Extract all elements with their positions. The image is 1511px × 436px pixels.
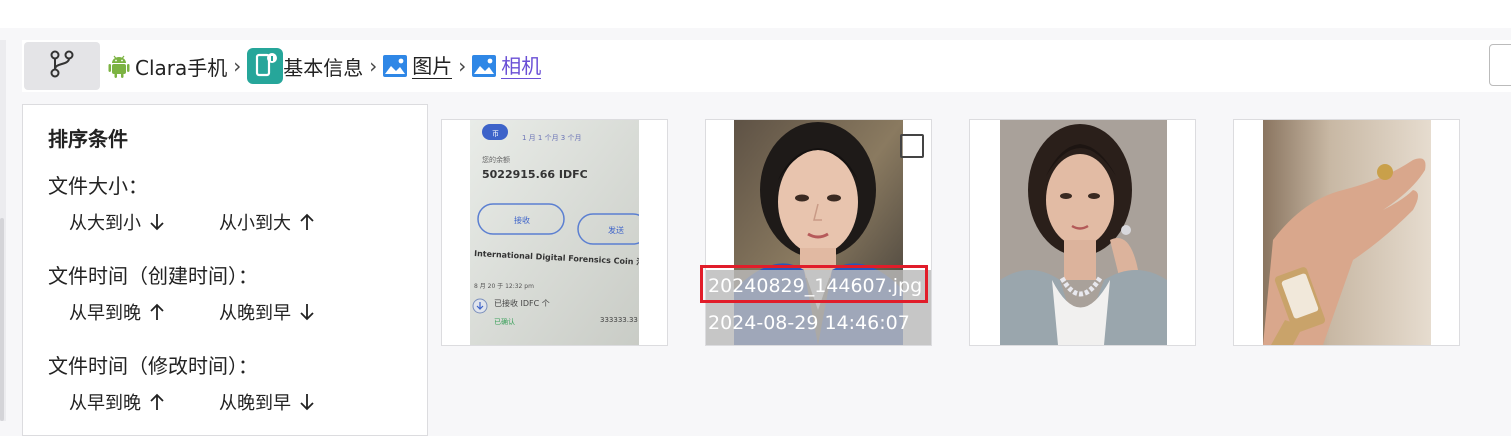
svg-text:您的余额: 您的余额 <box>482 155 510 164</box>
arrow-down-icon <box>299 393 315 411</box>
created-time-label: 文件时间（创建时间）： <box>48 264 258 288</box>
receive-text: 接收 <box>514 215 530 225</box>
toolbar-edge-button[interactable] <box>1489 44 1511 86</box>
sort-created-desc-button[interactable]: 从晚到早 <box>219 299 315 325</box>
git-branch-icon <box>49 49 75 83</box>
image-icon <box>383 55 408 77</box>
option-label: 从大到小 <box>69 213 141 234</box>
thumbnail-image <box>1000 120 1167 345</box>
thumbnail-image: 币 1 月 1 个月 3 个月 您的余额 5022915.66 IDFC 接收 … <box>470 120 653 345</box>
sort-modified-desc-button[interactable]: 从晚到早 <box>219 389 315 415</box>
thumbnail-card[interactable] <box>969 119 1196 346</box>
file-datetime: 2024-08-29 14:46:07 <box>708 312 910 334</box>
received-text: 已接收 IDFC 个 <box>494 298 550 308</box>
amount-text: 333333.33 <box>600 316 638 324</box>
svg-text:1 月 1 个月 3 个月: 1 月 1 个月 3 个月 <box>522 134 582 142</box>
send-text: 发送 <box>608 225 624 235</box>
sort-panel-title: 排序条件 <box>48 127 128 151</box>
branch-toggle-button[interactable] <box>24 42 100 90</box>
breadcrumb-item-basic-info[interactable]: 基本信息 <box>247 48 363 84</box>
select-checkbox[interactable] <box>900 134 924 158</box>
sort-size-asc-button[interactable]: 从小到大 <box>219 209 315 235</box>
sort-size-desc-button[interactable]: 从大到小 <box>69 209 165 235</box>
confirmed-text: 已确认 <box>494 317 515 326</box>
thumbnail-card-selected[interactable]: 20240829_144607.jpg 2024-08-29 14:46:07 <box>700 119 932 346</box>
arrow-up-icon <box>149 303 165 321</box>
breadcrumb-separator: › <box>233 54 242 78</box>
sort-panel: 排序条件 文件大小： 从大到小 从小到大 文件时间（创建时间）： 从早到晚 从晚… <box>22 104 428 436</box>
sort-created-asc-button[interactable]: 从早到晚 <box>69 299 165 325</box>
modified-time-label: 文件时间（修改时间）： <box>48 354 258 378</box>
arrow-down-icon <box>299 303 315 321</box>
option-label: 从小到大 <box>219 213 291 234</box>
balance-text: 5022915.66 IDFC <box>482 168 588 181</box>
sort-modified-asc-button[interactable]: 从早到晚 <box>69 389 165 415</box>
arrow-up-icon <box>299 213 315 231</box>
image-icon <box>472 55 497 77</box>
option-label: 从早到晚 <box>69 393 141 414</box>
breadcrumb-label: Clara手机 <box>135 55 228 80</box>
breadcrumb-item-camera[interactable]: 相机 <box>472 53 542 79</box>
breadcrumb-label: 基本信息 <box>283 55 364 80</box>
breadcrumb-item-device[interactable]: Clara手机 <box>108 52 227 81</box>
thumbnail-card[interactable] <box>1233 119 1460 346</box>
thumbnail-image <box>1263 120 1431 345</box>
left-scroll-thumb[interactable] <box>0 218 4 421</box>
breadcrumb-label: 图片 <box>412 53 453 79</box>
top-strip <box>0 0 1511 28</box>
android-icon <box>108 54 130 78</box>
option-label: 从晚到早 <box>219 393 291 414</box>
breadcrumb: Clara手机 › 基本信息 › 图片 › 相机 <box>22 40 1511 92</box>
highlight-box <box>700 265 928 303</box>
option-label: 从早到晚 <box>69 303 141 324</box>
file-size-label: 文件大小： <box>48 174 148 198</box>
breadcrumb-separator: › <box>369 54 378 78</box>
breadcrumb-separator: › <box>458 54 467 78</box>
thumbnail-card[interactable]: 币 1 月 1 个月 3 个月 您的余额 5022915.66 IDFC 接收 … <box>441 119 668 346</box>
arrow-up-icon <box>149 393 165 411</box>
svg-text:8 月 20 于 12:32 pm: 8 月 20 于 12:32 pm <box>474 283 534 290</box>
svg-text:币: 币 <box>492 130 499 138</box>
option-label: 从晚到早 <box>219 303 291 324</box>
breadcrumb-label: 相机 <box>501 53 542 79</box>
phone-info-icon <box>247 48 284 84</box>
breadcrumb-item-pictures[interactable]: 图片 <box>383 53 453 79</box>
arrow-down-icon <box>149 213 165 231</box>
